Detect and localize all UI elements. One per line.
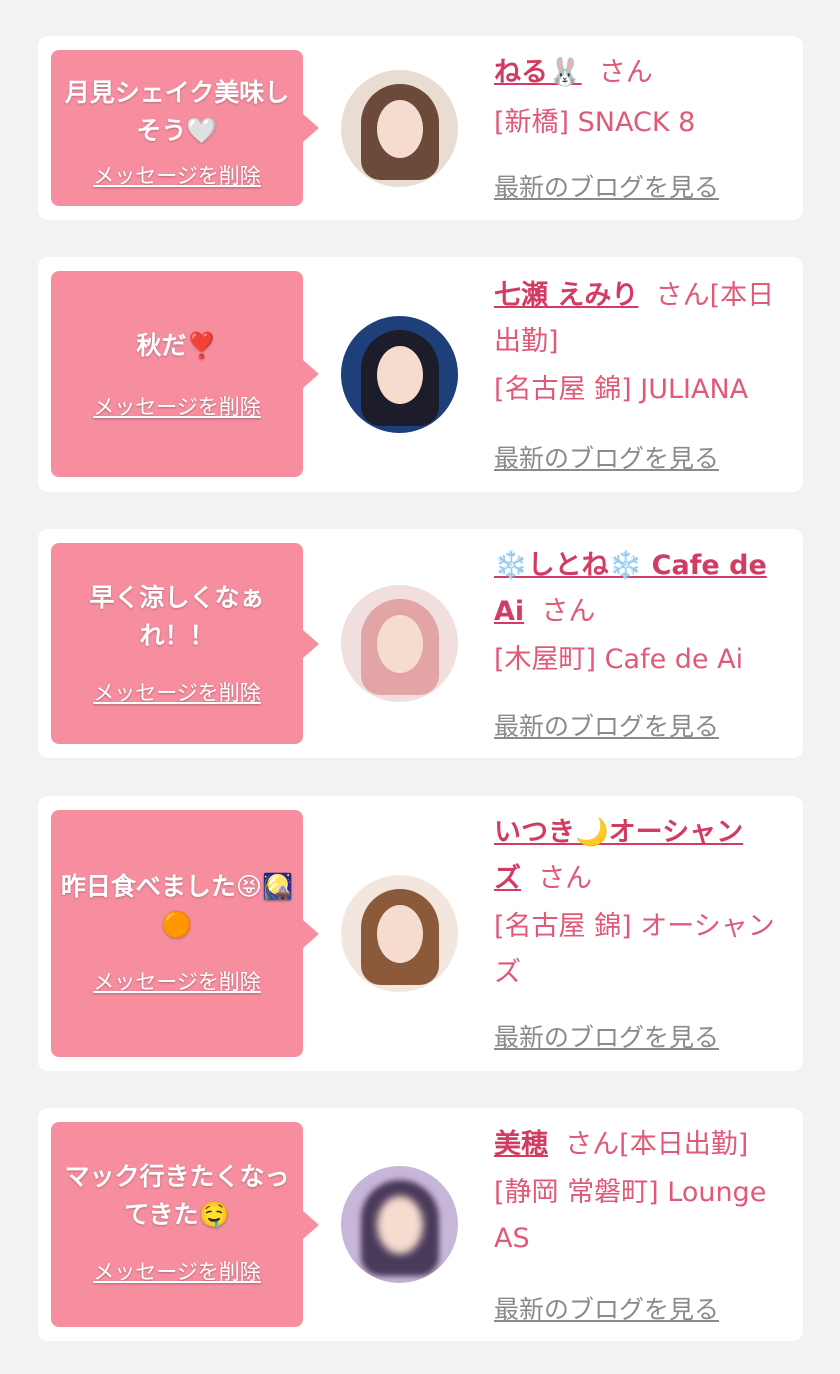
delete-message-link[interactable]: メッセージを削除 [51, 1256, 303, 1286]
message-bubble: 月見シェイク美味しそう🤍 メッセージを削除 [51, 50, 319, 206]
message-text: マック行きたくなってきた🤤 [64, 1162, 290, 1229]
cast-store: Cafe de Ai [604, 644, 744, 675]
message-card: マック行きたくなってきた🤤 メッセージを削除 美穂 さん[本日出勤] [静岡 常… [38, 1108, 803, 1341]
delete-message-link[interactable]: メッセージを削除 [51, 391, 303, 421]
cast-suffix: さん [541, 596, 596, 627]
message-bubble: 秋だ❣️ メッセージを削除 [51, 271, 319, 477]
message-card: 秋だ❣️ メッセージを削除 七瀬 えみり さん[本日出勤] [名古屋 錦] JU… [38, 257, 803, 492]
message-text: 早く涼しくなぁれ！！ [89, 583, 265, 650]
cast-area: [静岡 常磐町] [494, 1177, 659, 1208]
cast-suffix: さん [598, 57, 653, 88]
avatar[interactable] [341, 316, 458, 433]
cast-suffix: さん [538, 863, 593, 894]
delete-message-link[interactable]: メッセージを削除 [51, 966, 303, 996]
cast-store: SNACK 8 [577, 107, 696, 138]
cast-area: [新橋] [494, 107, 570, 138]
cast-name-link[interactable]: 美穂 [494, 1129, 548, 1160]
cast-area: [木屋町] [494, 644, 597, 675]
cast-store: JULIANA [640, 374, 749, 405]
latest-blog-link[interactable]: 最新のブログを見る [494, 707, 719, 743]
cast-name-link[interactable]: 七瀬 えみり [494, 280, 638, 311]
message-card: 月見シェイク美味しそう🤍 メッセージを削除 ねる🐰 さん [新橋] SNACK … [38, 36, 803, 220]
message-text: 昨日食べました😝🎑🟠 [60, 872, 294, 939]
message-card: 昨日食べました😝🎑🟠 メッセージを削除 いつき🌙オーシャンズ さん [名古屋 錦… [38, 796, 803, 1071]
avatar[interactable] [341, 875, 458, 992]
latest-blog-link[interactable]: 最新のブログを見る [494, 439, 719, 475]
cast-area: [名古屋 錦] [494, 374, 632, 405]
message-card: 早く涼しくなぁれ！！ メッセージを削除 ❄️しとね❄️ Cafe de Ai さ… [38, 529, 803, 758]
delete-message-link[interactable]: メッセージを削除 [51, 160, 303, 190]
cast-suffix: さん[本日出勤] [565, 1129, 749, 1160]
message-text: 秋だ❣️ [136, 331, 218, 360]
message-text: 月見シェイク美味しそう🤍 [64, 78, 290, 145]
latest-blog-link[interactable]: 最新のブログを見る [494, 1018, 719, 1054]
avatar[interactable] [341, 70, 458, 187]
latest-blog-link[interactable]: 最新のブログを見る [494, 168, 719, 204]
message-bubble: 昨日食べました😝🎑🟠 メッセージを削除 [51, 810, 319, 1057]
cast-name-link[interactable]: ❄️しとね❄️ Cafe de Ai [494, 550, 767, 627]
cast-name-link[interactable]: いつき🌙オーシャンズ [494, 817, 743, 894]
avatar[interactable] [341, 585, 458, 702]
message-bubble: 早く涼しくなぁれ！！ メッセージを削除 [51, 543, 319, 744]
message-bubble: マック行きたくなってきた🤤 メッセージを削除 [51, 1122, 319, 1327]
delete-message-link[interactable]: メッセージを削除 [51, 677, 303, 707]
avatar[interactable] [341, 1166, 458, 1283]
latest-blog-link[interactable]: 最新のブログを見る [494, 1290, 719, 1326]
cast-name-link[interactable]: ねる🐰 [494, 57, 582, 88]
cast-area: [名古屋 錦] [494, 911, 632, 942]
